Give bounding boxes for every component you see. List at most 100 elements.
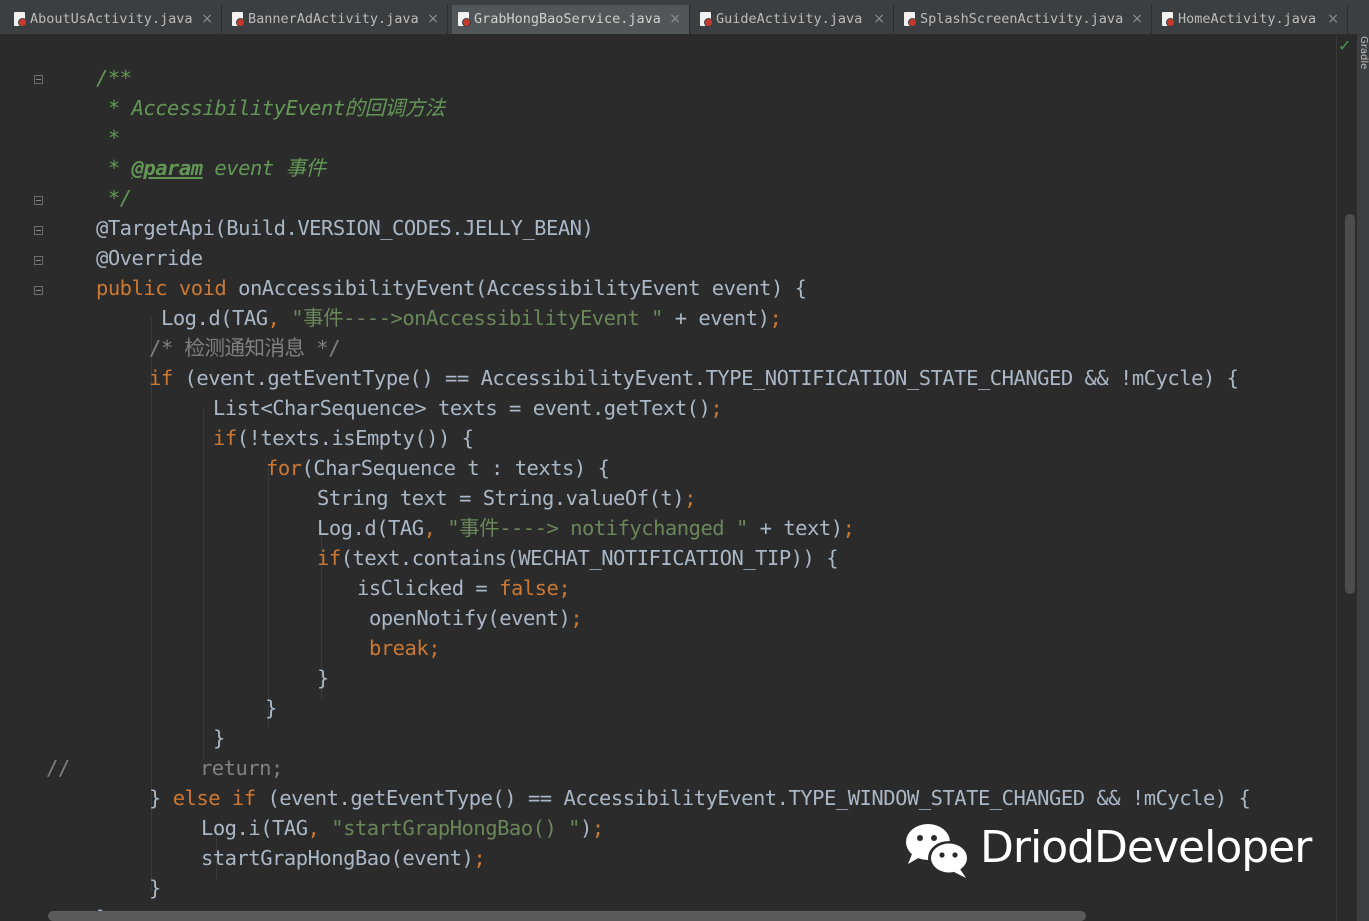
code-token: false;	[499, 576, 571, 600]
code-token: (!texts.isEmpty()) {	[236, 426, 474, 450]
code-line: break;	[369, 633, 441, 663]
code-line: */	[96, 183, 132, 213]
code-token: + text)	[747, 516, 843, 540]
code-token: }	[317, 666, 329, 690]
code-line: * @param event 事件	[96, 153, 326, 183]
code-token: ;	[710, 396, 723, 420]
code-token: if	[149, 366, 185, 390]
code-line: public void onAccessibilityEvent(Accessi…	[96, 273, 807, 303]
code-token: // return;	[46, 756, 283, 780]
code-token: */	[96, 186, 132, 210]
code-token: ;	[769, 306, 782, 330]
code-line: if (event.getEventType() == Accessibilit…	[149, 363, 1239, 393]
code-token: Log.i(TAG	[201, 816, 308, 840]
close-icon[interactable]: ×	[1131, 5, 1143, 34]
code-token: ;	[842, 516, 855, 540]
analysis-ok-icon: ✓	[1338, 36, 1352, 55]
code-token: * AccessibilityEvent的回调方法	[96, 96, 445, 120]
tab-label: GrabHongBaoService.java	[474, 11, 661, 27]
tab-label: GuideActivity.java	[716, 11, 863, 27]
close-icon[interactable]: ×	[669, 5, 681, 34]
code-token: }	[213, 726, 225, 750]
java-file-icon	[232, 12, 245, 27]
code-token: @TargetApi(Build.VERSION_CODES.JELLY_BEA…	[96, 216, 594, 240]
code-token: }	[149, 786, 173, 810]
java-file-icon	[14, 12, 27, 27]
code-token: ,	[423, 516, 448, 540]
tab-guideactivity[interactable]: GuideActivity.java ×	[694, 5, 894, 34]
code-line: *	[96, 123, 120, 153]
code-line: List<CharSequence> texts = event.getText…	[213, 393, 723, 423]
code-token: List<CharSequence> texts = event.getText…	[213, 396, 711, 420]
code-token: ;	[473, 846, 486, 870]
code-line: if(!texts.isEmpty()) {	[213, 423, 474, 453]
tab-homeactivity[interactable]: HomeActivity.java ×	[1156, 5, 1348, 34]
code-token: }	[265, 696, 277, 720]
code-token: ,	[307, 816, 332, 840]
code-token: (text.contains(WECHAT_NOTIFICATION_TIP))…	[340, 546, 839, 570]
code-token: if	[213, 426, 237, 450]
fold-marker-icon[interactable]	[34, 286, 43, 295]
java-file-icon	[458, 12, 471, 27]
code-token: "事件----> notifychanged "	[447, 516, 748, 540]
code-token: public void	[96, 276, 239, 300]
code-editor[interactable]: /** * AccessibilityEvent的回调方法 * * @param…	[46, 35, 1336, 921]
code-token: break;	[369, 636, 441, 660]
fold-marker-icon[interactable]	[34, 75, 43, 84]
code-line: openNotify(event);	[369, 603, 583, 633]
tab-banneradactivity[interactable]: BannerAdActivity.java ×	[226, 5, 448, 34]
code-token: (CharSequence t : texts) {	[301, 456, 610, 480]
code-line: if(text.contains(WECHAT_NOTIFICATION_TIP…	[317, 543, 839, 573]
code-token: String text = String.valueOf(t)	[317, 486, 685, 510]
code-token: ;	[570, 606, 583, 630]
close-icon[interactable]: ×	[1327, 5, 1339, 34]
fold-marker-icon[interactable]	[34, 196, 43, 205]
close-icon[interactable]: ×	[427, 5, 439, 34]
horizontal-scrollbar[interactable]	[48, 911, 1086, 921]
vertical-scrollbar[interactable]	[1345, 214, 1355, 594]
code-token: }	[149, 876, 161, 900]
code-token: startGrapHongBao(event)	[201, 846, 474, 870]
code-token: "事件---->onAccessibilityEvent "	[291, 306, 663, 330]
code-token: "startGrapHongBao() "	[331, 816, 580, 840]
code-line: String text = String.valueOf(t);	[317, 483, 696, 513]
code-token: Log.d(TAG	[161, 306, 268, 330]
tab-splashscreenactivity[interactable]: SplashScreenActivity.java ×	[898, 5, 1152, 34]
code-token: if	[317, 546, 341, 570]
code-token: ;	[684, 486, 696, 510]
gradle-tool-button[interactable]: Gradle	[1357, 36, 1369, 86]
tool-window-stripe	[1357, 0, 1369, 921]
tab-label: SplashScreenActivity.java	[920, 11, 1124, 27]
close-icon[interactable]: ×	[201, 5, 213, 34]
code-line: }	[265, 693, 277, 723]
indent-guide	[268, 467, 269, 729]
tab-aboutusactivity[interactable]: AboutUsActivity.java ×	[8, 5, 222, 34]
code-line: }	[213, 723, 225, 753]
code-line: @Override	[96, 243, 203, 273]
close-icon[interactable]: ×	[873, 5, 885, 34]
wechat-icon	[906, 824, 970, 878]
code-token: + event)	[662, 306, 770, 330]
java-file-icon	[1162, 12, 1175, 27]
java-file-icon	[700, 12, 713, 27]
fold-marker-icon[interactable]	[34, 256, 43, 265]
code-token: (event.getEventType() == AccessibilityEv…	[267, 786, 1251, 810]
code-line: // return;	[46, 753, 283, 783]
code-token: Log.d(TAG	[317, 516, 424, 540]
code-token: @param	[131, 156, 204, 180]
editor-tab-bar: AboutUsActivity.java × BannerAdActivity.…	[0, 0, 1369, 35]
tab-label: AboutUsActivity.java	[30, 11, 193, 27]
code-token: )	[579, 816, 592, 840]
code-line: }	[149, 873, 161, 903]
code-line: for(CharSequence t : texts) {	[266, 453, 610, 483]
code-line: isClicked = false;	[357, 573, 571, 603]
watermark-text: DriodDeveloper	[980, 822, 1312, 873]
code-line: Log.d(TAG, "事件---->onAccessibilityEvent …	[161, 303, 782, 333]
code-token: (event.getEventType() == AccessibilityEv…	[184, 366, 1239, 390]
java-file-icon	[904, 12, 917, 27]
code-line: }	[317, 663, 329, 693]
code-token: ,	[267, 306, 292, 330]
fold-marker-icon[interactable]	[34, 226, 43, 235]
code-token: openNotify(event)	[369, 606, 571, 630]
tab-grabhongbaoservice[interactable]: GrabHongBaoService.java ×	[452, 5, 690, 34]
